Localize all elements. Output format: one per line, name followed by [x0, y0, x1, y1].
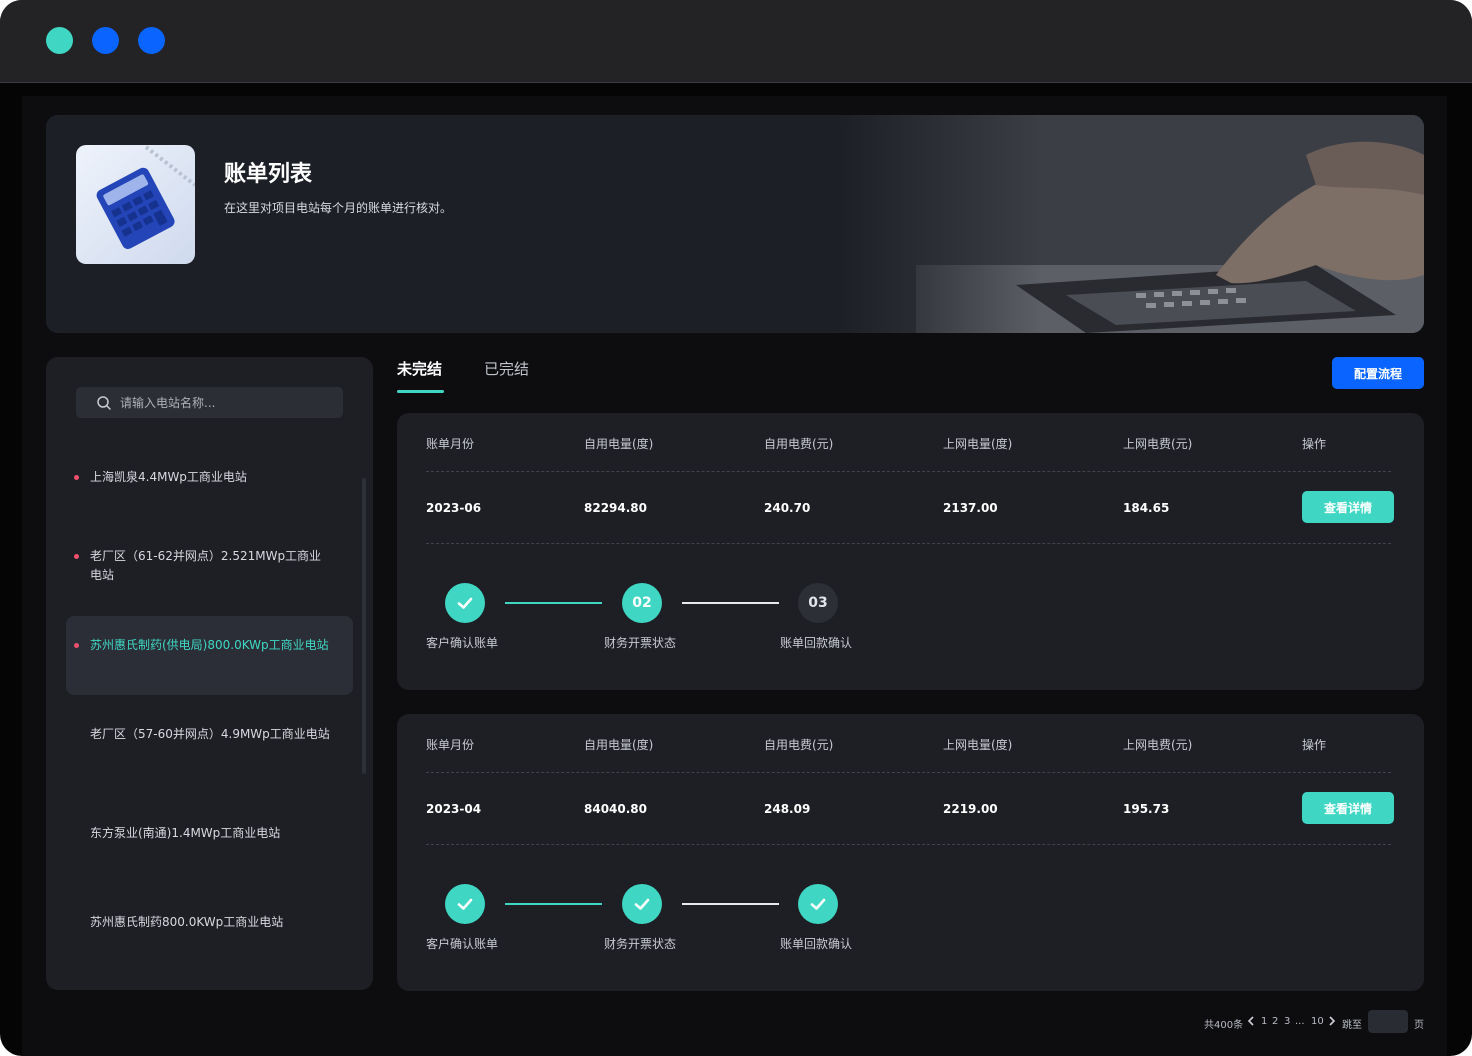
checkmark-icon — [457, 898, 473, 910]
header-self-kwh: 自用电量(度) — [584, 437, 654, 451]
station-label: 苏州惠氏制药800.0KWp工商业电站 — [90, 915, 284, 929]
grid-fee-value: 184.65 — [1123, 501, 1170, 515]
page-1[interactable]: 1 — [1261, 1016, 1267, 1027]
checkmark-icon — [810, 898, 826, 910]
app-window: 账单列表 在这里对项目电站每个月的账单进行核对。 上海凯泉4.4MWp工商业电站… — [0, 0, 1472, 1056]
calculator-icon — [76, 145, 195, 264]
checkmark-icon — [634, 898, 650, 910]
header-actions: 操作 — [1302, 738, 1327, 752]
view-details-button[interactable]: 查看详情 — [1302, 792, 1394, 824]
search-icon — [97, 396, 111, 410]
window-maximize-button[interactable] — [138, 27, 165, 54]
page-jump-input[interactable] — [1368, 1010, 1408, 1033]
step-label: 客户确认账单 — [426, 636, 499, 650]
page-subtitle: 在这里对项目电站每个月的账单进行核对。 — [224, 201, 453, 215]
step-label: 客户确认账单 — [426, 937, 499, 951]
page-2[interactable]: 2 — [1272, 1016, 1278, 1027]
page-3[interactable]: 3 — [1284, 1016, 1290, 1027]
header-month: 账单月份 — [426, 738, 475, 752]
page-suffix: 页 — [1414, 1020, 1424, 1031]
page-ellipsis: ... — [1295, 1016, 1305, 1027]
station-label: 东方泵业(南通)1.4MWp工商业电站 — [90, 826, 281, 840]
self-fee-value: 240.70 — [764, 501, 811, 515]
bill-month: 2023-06 — [426, 501, 482, 515]
chevron-right-icon[interactable] — [1328, 1016, 1336, 1026]
header-self-kwh: 自用电量(度) — [584, 738, 654, 752]
station-label: 老厂区（61-62并网点）2.521MWp工商业电站 — [90, 549, 322, 582]
step-2-current: 02 — [622, 583, 662, 623]
banner-hand-calculator-photo — [836, 115, 1424, 333]
self-fee-value: 248.09 — [764, 802, 811, 816]
self-kwh-value: 82294.80 — [584, 501, 648, 515]
title-bar — [0, 0, 1472, 83]
divider — [426, 543, 1391, 544]
step-2-complete — [622, 884, 662, 924]
step-label: 财务开票状态 — [604, 636, 677, 650]
station-search-box — [76, 387, 343, 418]
step-label: 财务开票状态 — [604, 937, 677, 951]
step-3-complete — [798, 884, 838, 924]
step-connector — [505, 903, 602, 905]
header-grid-fee: 上网电费(元) — [1123, 437, 1193, 451]
divider — [426, 844, 1391, 845]
grid-fee-value: 195.73 — [1123, 802, 1170, 816]
bill-card: 账单月份 自用电量(度) 自用电费(元) 上网电量(度) 上网电费(元) 操作 … — [397, 714, 1424, 991]
station-item[interactable]: 苏州惠氏制药800.0KWp工商业电站 — [66, 913, 353, 933]
station-item-active[interactable]: 苏州惠氏制药(供电局)800.0KWp工商业电站 — [66, 616, 353, 695]
station-item[interactable]: 上海凯泉4.4MWp工商业电站 — [66, 468, 353, 488]
configure-process-button[interactable]: 配置流程 — [1332, 357, 1424, 389]
page-10[interactable]: 10 — [1311, 1016, 1324, 1027]
alert-dot — [74, 475, 79, 480]
header-grid-fee: 上网电费(元) — [1123, 738, 1193, 752]
step-label: 账单回款确认 — [780, 937, 853, 951]
grid-kwh-value: 2219.00 — [943, 802, 998, 816]
station-label: 上海凯泉4.4MWp工商业电站 — [90, 470, 247, 484]
chevron-left-icon[interactable] — [1247, 1016, 1255, 1026]
step-connector — [505, 602, 602, 604]
page-banner — [46, 115, 1424, 333]
station-item[interactable]: 老厂区（61-62并网点）2.521MWp工商业电站 — [66, 547, 353, 587]
step-label: 账单回款确认 — [780, 636, 853, 650]
step-connector — [682, 602, 779, 604]
active-tab-indicator — [397, 390, 444, 393]
tab-finished[interactable]: 已完结 — [484, 358, 529, 379]
station-label: 老厂区（57-60并网点）4.9MWp工商业电站 — [90, 727, 330, 741]
divider — [426, 471, 1391, 472]
step-1-complete — [445, 583, 485, 623]
header-actions: 操作 — [1302, 437, 1327, 451]
station-item[interactable]: 东方泵业(南通)1.4MWp工商业电站 — [66, 824, 353, 844]
header-grid-kwh: 上网电量(度) — [943, 437, 1013, 451]
page-title: 账单列表 — [224, 162, 313, 187]
bill-card: 账单月份 自用电量(度) 自用电费(元) 上网电量(度) 上网电费(元) 操作 … — [397, 413, 1424, 690]
station-label: 苏州惠氏制药(供电局)800.0KWp工商业电站 — [90, 638, 329, 652]
header-month: 账单月份 — [426, 437, 475, 451]
divider — [426, 772, 1391, 773]
header-self-fee: 自用电费(元) — [764, 437, 834, 451]
header-self-fee: 自用电费(元) — [764, 738, 834, 752]
window-close-button[interactable] — [46, 27, 73, 54]
alert-dot — [74, 643, 79, 648]
grid-kwh-value: 2137.00 — [943, 501, 998, 515]
view-details-button[interactable]: 查看详情 — [1302, 491, 1394, 523]
step-connector — [682, 903, 779, 905]
station-search-input[interactable] — [120, 387, 335, 418]
step-3-pending: 03 — [798, 583, 838, 623]
sidebar-scrollbar[interactable] — [362, 478, 366, 774]
self-kwh-value: 84040.80 — [584, 802, 648, 816]
pagination-total: 共400条 — [1204, 1020, 1244, 1031]
checkmark-icon — [457, 597, 473, 609]
alert-dot — [74, 554, 79, 559]
jump-to-label: 跳至 — [1342, 1020, 1362, 1031]
header-grid-kwh: 上网电量(度) — [943, 738, 1013, 752]
window-minimize-button[interactable] — [92, 27, 119, 54]
tab-unfinished[interactable]: 未完结 — [397, 358, 442, 379]
station-item[interactable]: 老厂区（57-60并网点）4.9MWp工商业电站 — [66, 725, 353, 765]
step-1-complete — [445, 884, 485, 924]
bill-month: 2023-04 — [426, 802, 482, 816]
